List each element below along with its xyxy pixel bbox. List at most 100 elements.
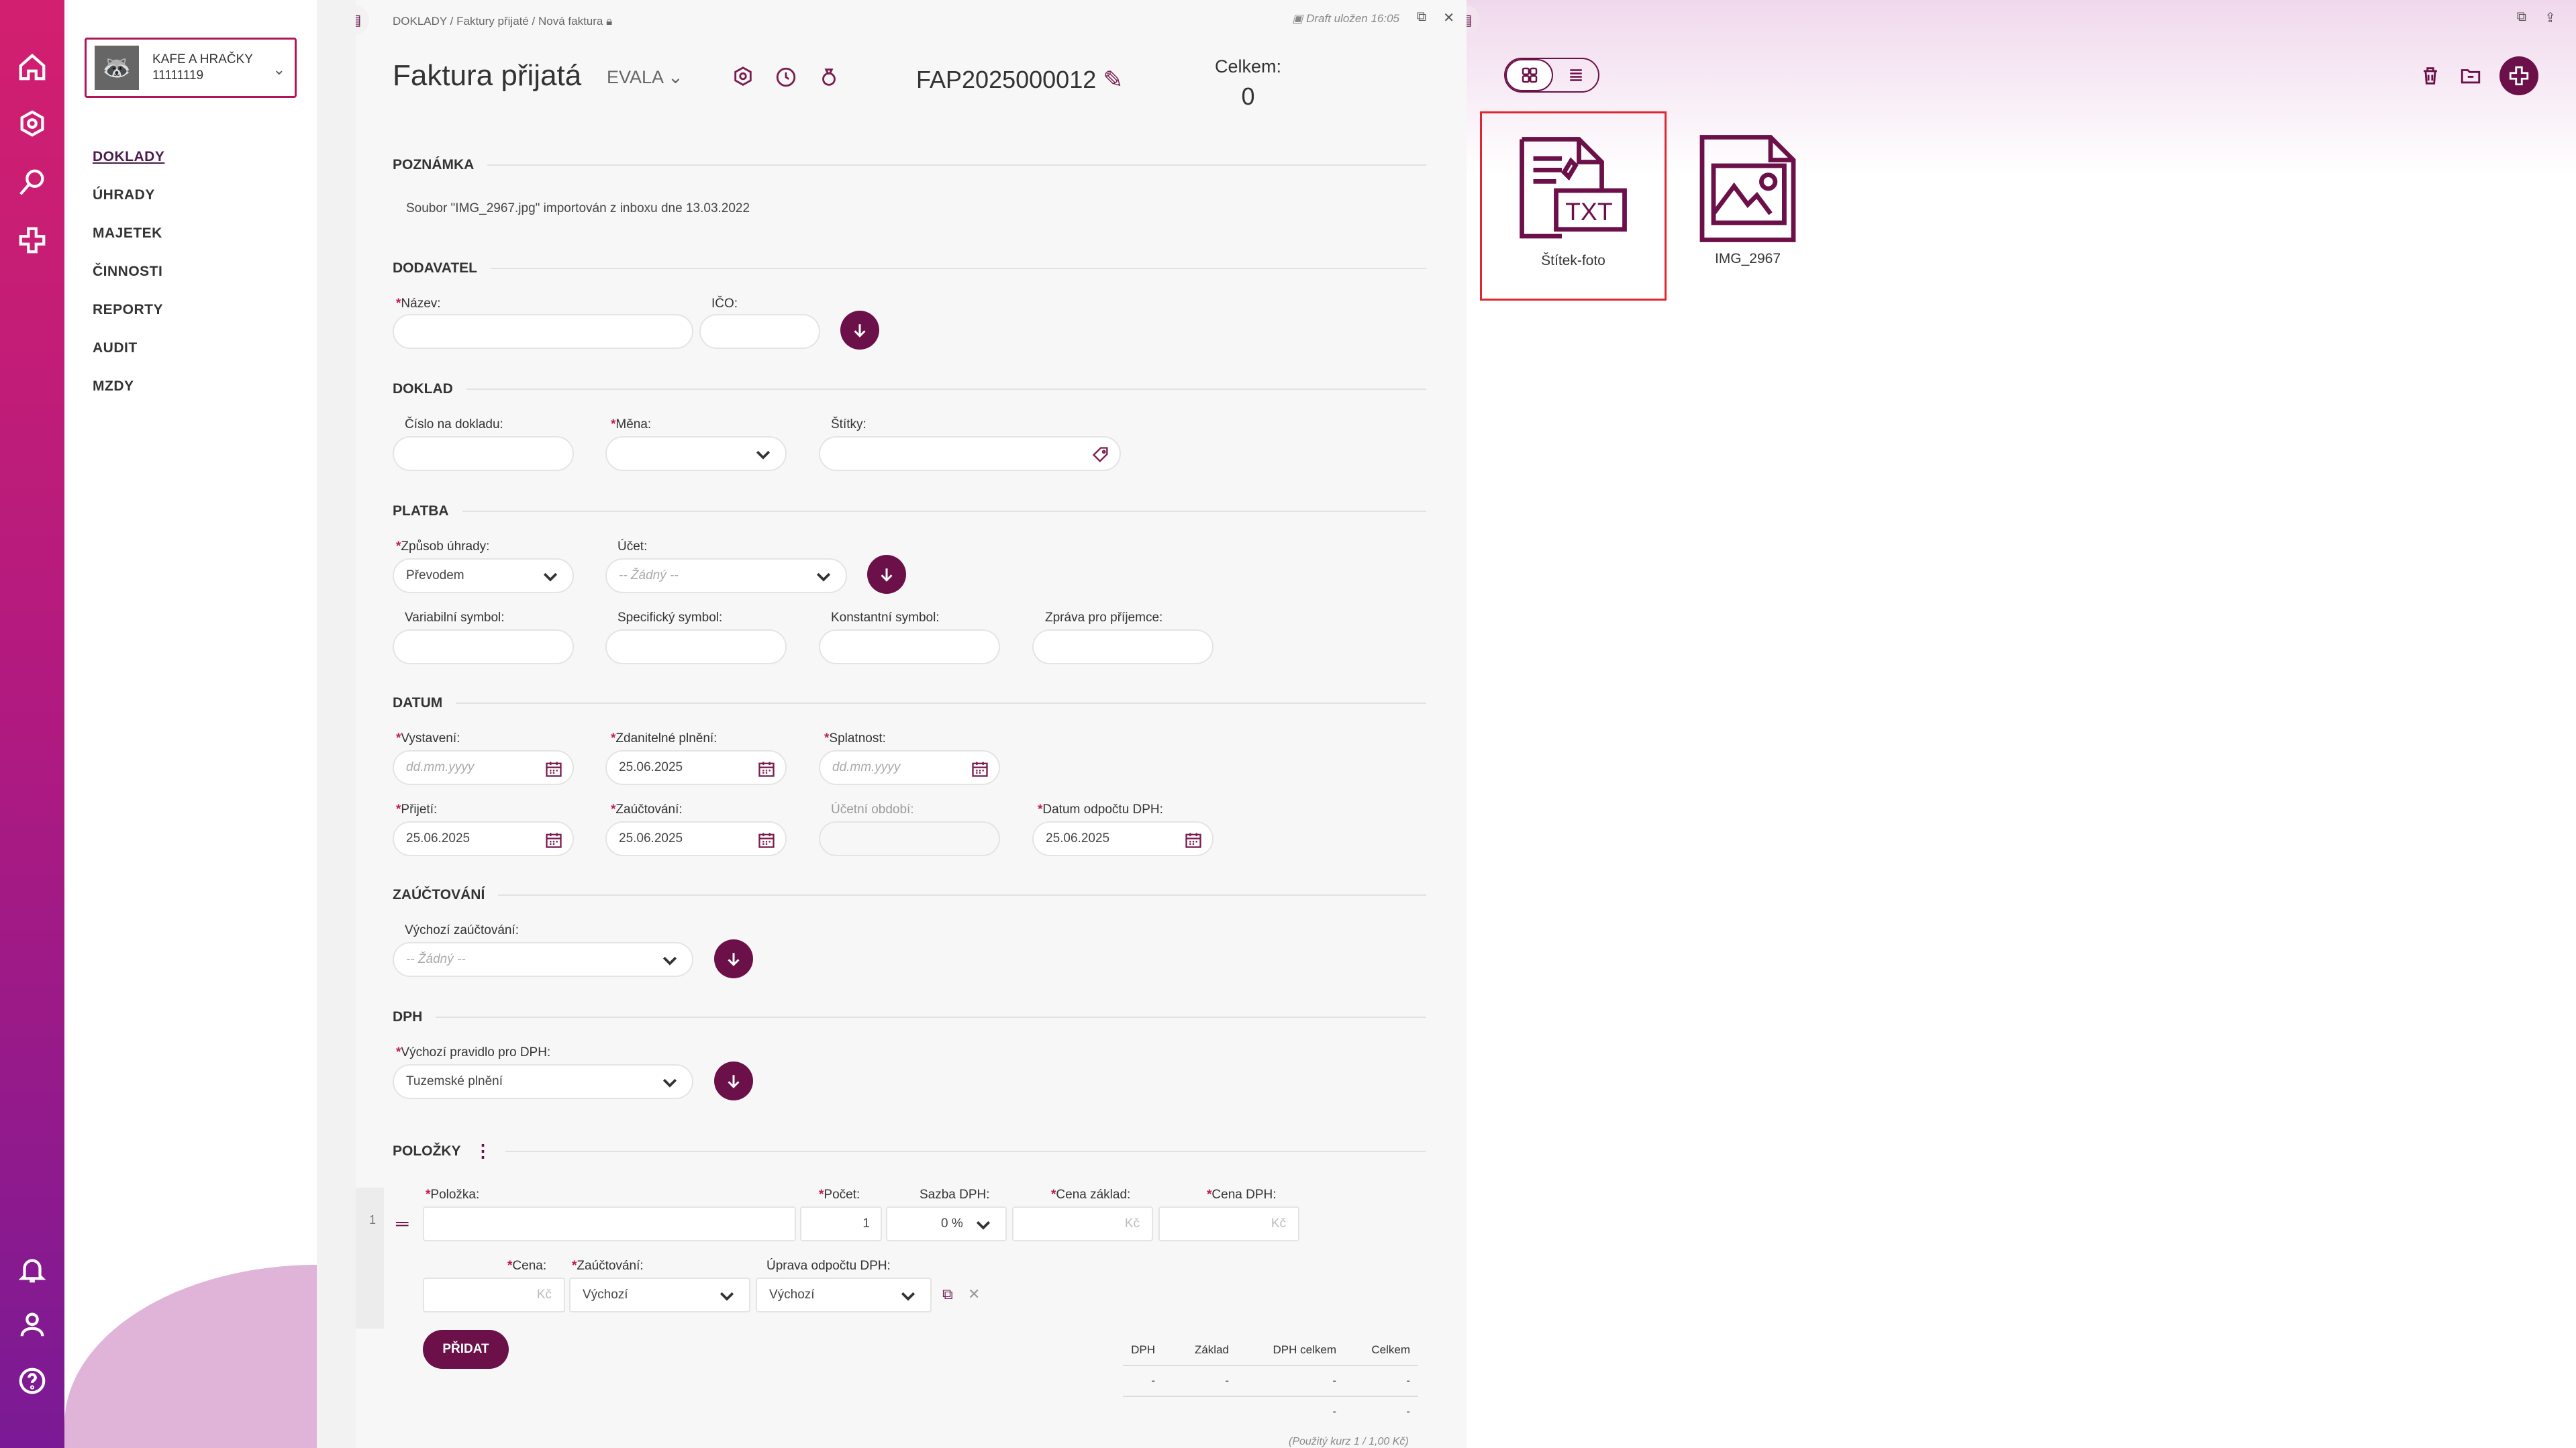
chevron-down-icon: ⌄	[668, 67, 683, 87]
menu-uhrady[interactable]: ÚHRADY	[93, 187, 164, 225]
calendar-icon[interactable]	[1184, 831, 1203, 849]
menu-doklady[interactable]: DOKLADY	[93, 149, 164, 187]
file-tile-img-2967[interactable]: IMG_2967	[1672, 111, 1824, 301]
document-number: FAP2025000012 ✎	[916, 66, 1123, 94]
series-label: EVALA	[607, 67, 663, 87]
ico-input[interactable]	[699, 314, 820, 349]
upload-icon[interactable]: ⇪	[2544, 9, 2556, 26]
default-posting-value: -- Žádný --	[406, 952, 466, 966]
remove-icon[interactable]: ✕	[968, 1286, 980, 1303]
trash-icon[interactable]	[2419, 64, 2442, 87]
due-date-input[interactable]: dd.mm.yyyy	[819, 750, 1000, 785]
vat-lookup-button[interactable]	[714, 1062, 753, 1100]
grid-view-button[interactable]	[1505, 59, 1553, 91]
received-date-label: *Přijetí:	[396, 803, 438, 817]
calendar-icon[interactable]	[971, 760, 989, 778]
calendar-icon[interactable]	[757, 831, 776, 849]
vat-rule-label: *Výchozí pravidlo pro DPH:	[396, 1045, 551, 1059]
file-tile-stitek-foto[interactable]: TXT Štítek-foto	[1480, 111, 1667, 301]
tags-input[interactable]	[819, 436, 1121, 471]
summary-header-row: DPH Základ DPH celkem Celkem	[1123, 1335, 1418, 1365]
list-view-button[interactable]	[1553, 59, 1598, 91]
company-selector[interactable]: 🦝 KAFE A HRAČKY 11111119 ⌄	[85, 38, 297, 98]
view-toggle[interactable]	[1504, 58, 1599, 93]
home-icon[interactable]	[15, 50, 50, 85]
default-posting-select[interactable]: -- Žádný --	[393, 942, 693, 977]
vat-price-label: *Cena DPH:	[1207, 1188, 1277, 1202]
received-date-label-text: Přijetí:	[401, 803, 438, 817]
more-vertical-icon[interactable]: ⋮	[475, 1141, 492, 1161]
taxable-date-input[interactable]: 25.06.2025	[605, 750, 787, 785]
decorative-blob	[64, 1265, 317, 1448]
settings-icon[interactable]	[15, 107, 50, 142]
posting-date-input[interactable]: 25.06.2025	[605, 821, 787, 856]
currency-select[interactable]	[605, 436, 787, 471]
qty-input[interactable]: 1	[800, 1206, 882, 1241]
add-icon[interactable]	[15, 223, 50, 258]
add-attachment-button[interactable]	[2499, 56, 2538, 95]
taxable-date-label-text: Zdanitelné plnění:	[615, 731, 717, 745]
breadcrumb-faktury[interactable]: Faktury přijaté	[456, 15, 529, 28]
issue-date-label: *Vystavení:	[396, 731, 460, 745]
drag-handle-icon[interactable]: ═	[396, 1213, 408, 1234]
add-item-button[interactable]: PŘIDAT	[423, 1330, 509, 1369]
vs-input[interactable]	[393, 629, 574, 664]
document-tab-icon[interactable]: ▤	[356, 5, 369, 35]
doc-number-input[interactable]	[393, 436, 574, 471]
base-price-input[interactable]: Kč	[1012, 1206, 1153, 1241]
calendar-icon[interactable]	[544, 831, 563, 849]
folder-icon[interactable]	[2459, 64, 2482, 87]
close-icon[interactable]: ✕	[1443, 9, 1454, 26]
menu-mzdy[interactable]: MZDY	[93, 378, 164, 417]
message-input[interactable]	[1032, 629, 1213, 664]
page-title: Faktura přijatá	[393, 59, 582, 92]
posting-date-label-text: Zaúčtování:	[615, 803, 683, 817]
menu-audit[interactable]: AUDIT	[93, 340, 164, 378]
vat-price-input[interactable]: Kč	[1158, 1206, 1299, 1241]
vat-deduction-date-input[interactable]: 25.06.2025	[1032, 821, 1213, 856]
settings-icon[interactable]	[732, 66, 754, 89]
item-posting-select[interactable]: Výchozí	[569, 1278, 750, 1312]
due-date-label-text: Splatnost:	[829, 731, 886, 745]
summary-row: - - - -	[1123, 1365, 1418, 1396]
ss-input[interactable]	[605, 629, 787, 664]
payment-method-select[interactable]: Převodem	[393, 558, 574, 593]
vat-rule-select[interactable]: Tuzemské plnění	[393, 1064, 693, 1099]
breadcrumb-doklady[interactable]: DOKLADY	[393, 15, 447, 28]
price-input[interactable]: Kč	[423, 1278, 565, 1312]
account-lookup-button[interactable]	[867, 555, 906, 594]
calendar-icon[interactable]	[544, 760, 563, 778]
section-items-title: POLOŽKY	[393, 1143, 461, 1159]
history-icon[interactable]	[775, 66, 797, 89]
menu-reporty[interactable]: REPORTY	[93, 302, 164, 340]
vat-adjustment-select[interactable]: Výchozí	[756, 1278, 932, 1312]
edit-icon[interactable]: ✎	[1103, 66, 1123, 93]
open-external-icon[interactable]: ⧉	[2517, 9, 2526, 25]
supplier-name-input[interactable]	[393, 314, 693, 349]
money-icon[interactable]	[818, 66, 840, 89]
vat-deduction-date-value: 25.06.2025	[1046, 831, 1110, 845]
menu-cinnosti[interactable]: ČINNOSTI	[93, 264, 164, 302]
copy-icon[interactable]: ⧉	[942, 1286, 953, 1303]
vat-rate-label: Sazba DPH:	[920, 1188, 990, 1202]
series-selector[interactable]: EVALA ⌄	[607, 67, 683, 88]
issue-date-input[interactable]: dd.mm.yyyy	[393, 750, 574, 785]
posting-lookup-button[interactable]	[714, 939, 753, 978]
user-icon[interactable]	[15, 1307, 50, 1342]
ks-input[interactable]	[819, 629, 1000, 664]
vat-rate-select[interactable]: 0 %	[886, 1206, 1007, 1241]
supplier-lookup-button[interactable]	[840, 311, 879, 350]
received-date-input[interactable]: 25.06.2025	[393, 821, 574, 856]
section-items: POLOŽKY ⋮	[393, 1141, 1426, 1161]
account-select[interactable]: -- Žádný --	[605, 558, 847, 593]
menu-majetek[interactable]: MAJETEK	[93, 225, 164, 264]
help-icon[interactable]	[15, 1363, 50, 1398]
bell-icon[interactable]	[15, 1252, 50, 1287]
open-external-icon[interactable]: ⧉	[1417, 9, 1426, 25]
item-input[interactable]	[423, 1206, 796, 1241]
search-icon[interactable]	[15, 165, 50, 200]
chevron-down-icon	[898, 1286, 918, 1306]
qty-label-text: Počet:	[824, 1188, 860, 1202]
message-label: Zpráva pro příjemce:	[1045, 611, 1163, 625]
calendar-icon[interactable]	[757, 760, 776, 778]
